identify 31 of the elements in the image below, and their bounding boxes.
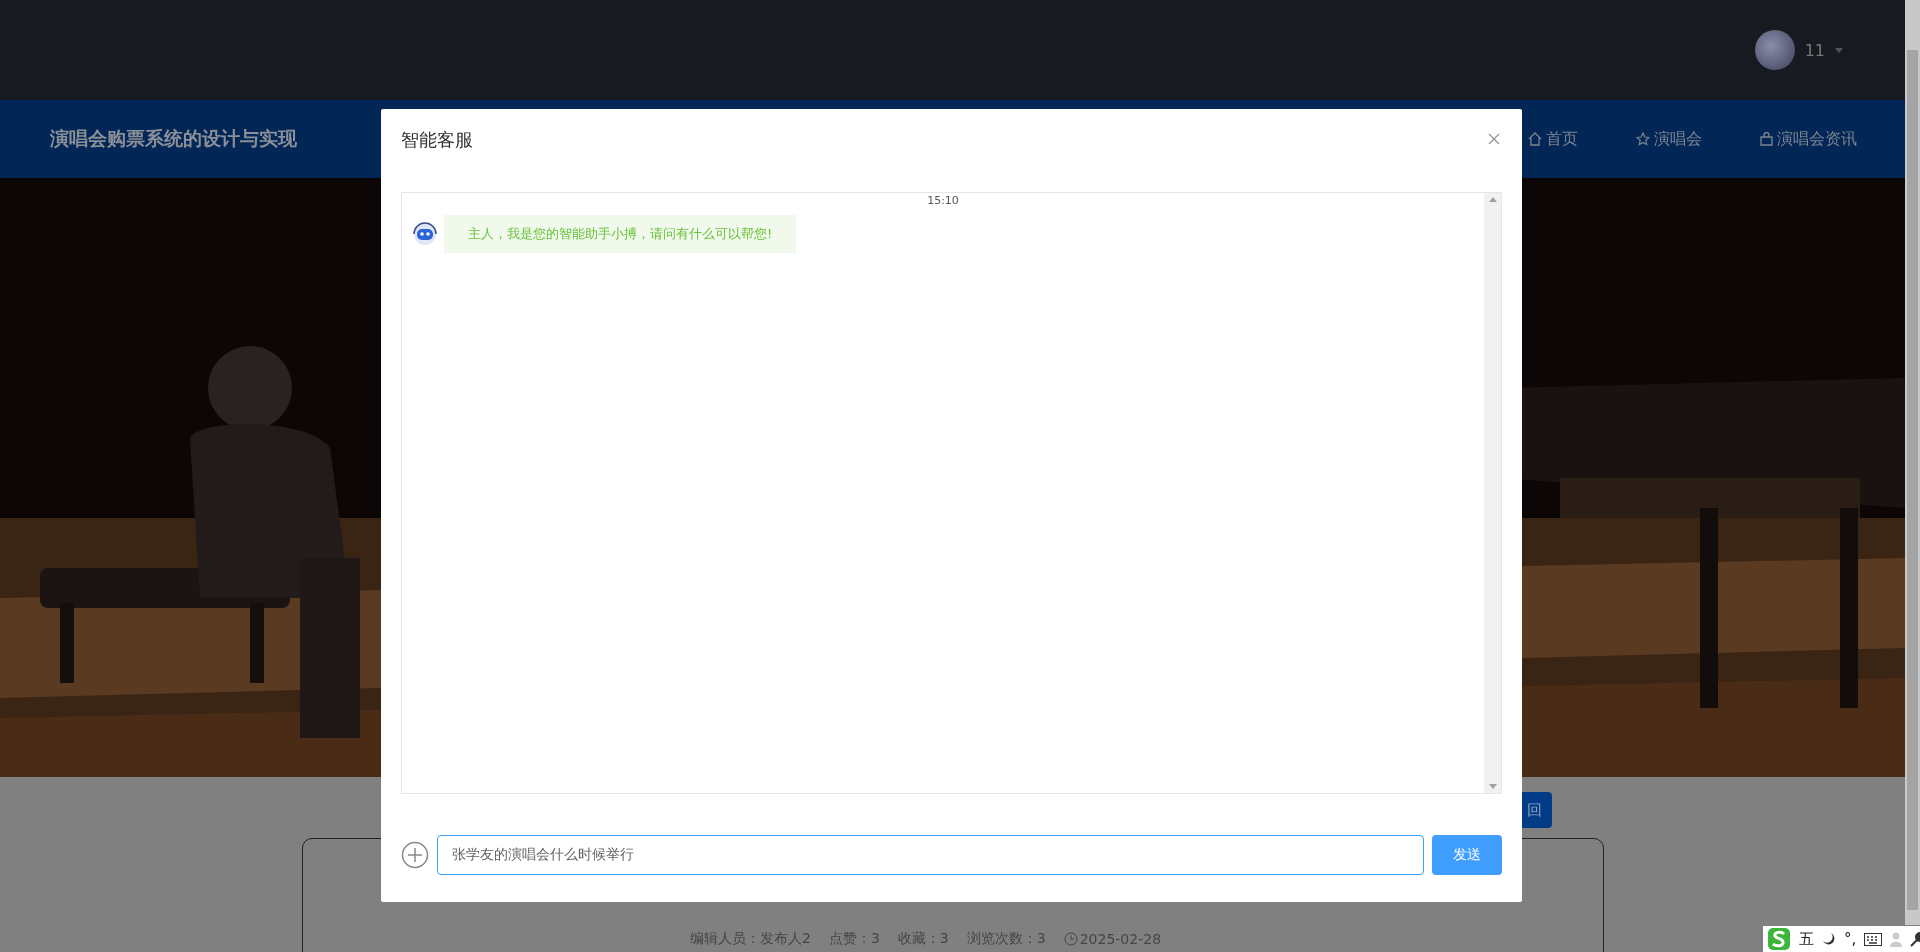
message-input[interactable]: 张学友的演唱会什么时候举行: [437, 835, 1424, 875]
message-time: 15:10: [927, 194, 959, 207]
site-title: 演唱会购票系统的设计与实现: [50, 126, 297, 151]
chat-scrollbar[interactable]: [1484, 193, 1501, 793]
message-bubble: 主人，我是您的智能助手小搏，请问有什么可以帮您!: [444, 215, 797, 253]
caret-icon[interactable]: [1835, 47, 1843, 53]
add-icon[interactable]: [401, 841, 429, 869]
nav-link[interactable]: 首页: [1528, 128, 1578, 150]
keyboard-icon[interactable]: [1864, 932, 1883, 946]
date-text: 2025-02-28: [1079, 931, 1162, 947]
bag-icon: [1760, 132, 1773, 146]
views-text: 浏览次数：3: [966, 930, 1046, 948]
robot-icon: [412, 221, 438, 247]
clock-icon: [1063, 932, 1078, 946]
ime-mode-text[interactable]: 五: [1799, 929, 1814, 949]
scrollbar[interactable]: [1905, 0, 1920, 925]
ime-mode-text[interactable]: °,: [1844, 930, 1857, 948]
nav-link[interactable]: 演唱会: [1636, 128, 1702, 150]
nav-link[interactable]: 演唱会资讯: [1760, 128, 1857, 150]
wrench-icon[interactable]: [1910, 931, 1920, 947]
user-icon[interactable]: [1890, 931, 1903, 947]
moon-icon[interactable]: [1822, 932, 1836, 946]
star-icon: [1636, 132, 1650, 146]
likes-text: 点赞：3: [828, 930, 880, 948]
user-name[interactable]: 11: [1804, 40, 1825, 60]
home-icon: [1528, 132, 1542, 146]
send-button[interactable]: 发送: [1432, 835, 1502, 875]
dialog-title: 智能客服: [401, 128, 473, 152]
editor-text: 编辑人员：发布人2: [690, 930, 811, 948]
favorites-text: 收藏：3: [897, 930, 949, 948]
user-avatar[interactable]: [1754, 30, 1795, 70]
